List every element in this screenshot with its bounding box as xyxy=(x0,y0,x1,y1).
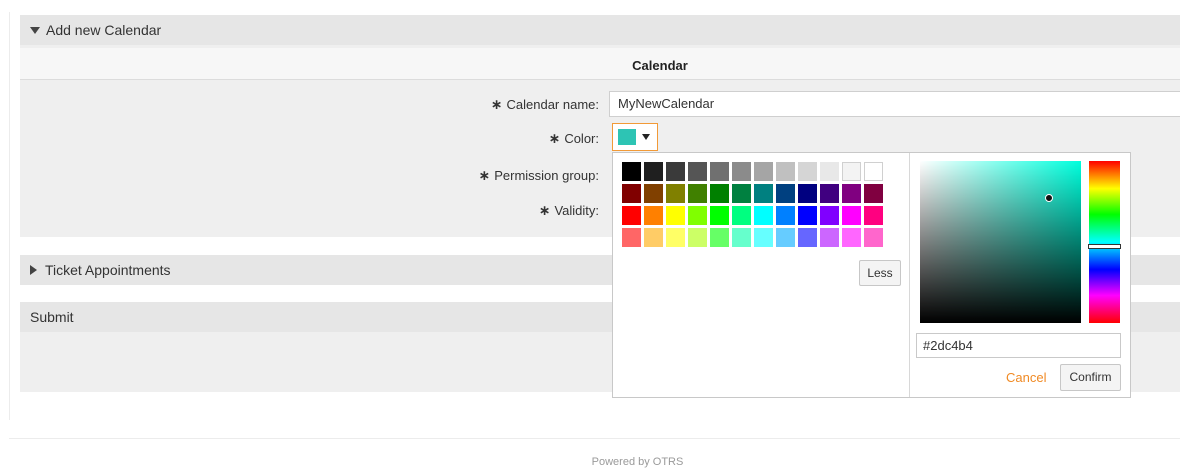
palette-swatch[interactable] xyxy=(820,228,839,247)
palette-swatch[interactable] xyxy=(754,184,773,203)
palette-swatch[interactable] xyxy=(710,184,729,203)
required-marker: ∗ xyxy=(538,202,551,218)
palette-swatch[interactable] xyxy=(798,206,817,225)
section-title: Calendar xyxy=(20,48,1180,80)
palette-swatch[interactable] xyxy=(688,162,707,181)
palette-swatch[interactable] xyxy=(644,184,663,203)
color-cursor-icon[interactable] xyxy=(1045,194,1053,202)
palette-swatch[interactable] xyxy=(622,228,641,247)
color-label: ∗ Color: xyxy=(548,130,599,146)
required-marker: ∗ xyxy=(548,130,561,146)
footer-divider xyxy=(9,438,1180,439)
palette-swatch[interactable] xyxy=(798,162,817,181)
required-marker: ∗ xyxy=(490,96,503,112)
palette-swatch[interactable] xyxy=(644,206,663,225)
palette-swatch[interactable] xyxy=(710,206,729,225)
palette-swatch[interactable] xyxy=(820,162,839,181)
hue-slider-handle[interactable] xyxy=(1088,244,1121,249)
color-picker-button[interactable] xyxy=(612,123,658,151)
color-picker-popup: Less #2dc4b4 Cancel Confirm xyxy=(612,152,1131,398)
palette-swatch[interactable] xyxy=(776,206,795,225)
palette-swatch[interactable] xyxy=(688,184,707,203)
left-border xyxy=(9,12,10,420)
palette-swatch[interactable] xyxy=(842,162,861,181)
palette-swatch[interactable] xyxy=(732,162,751,181)
palette-swatch[interactable] xyxy=(754,228,773,247)
add-calendar-title: Add new Calendar xyxy=(46,22,162,38)
palette-swatch[interactable] xyxy=(776,162,795,181)
current-color-swatch xyxy=(618,129,636,145)
palette-swatch[interactable] xyxy=(798,228,817,247)
palette-swatch[interactable] xyxy=(666,184,685,203)
palette-swatch[interactable] xyxy=(842,206,861,225)
palette-swatch[interactable] xyxy=(710,162,729,181)
palette-swatch[interactable] xyxy=(776,228,795,247)
palette-swatch[interactable] xyxy=(622,162,641,181)
hue-slider[interactable] xyxy=(1088,161,1121,323)
palette-swatch[interactable] xyxy=(864,162,883,181)
palette-swatch[interactable] xyxy=(666,228,685,247)
hex-color-input[interactable]: #2dc4b4 xyxy=(916,333,1121,358)
palette-swatch[interactable] xyxy=(644,162,663,181)
palette-swatch[interactable] xyxy=(754,162,773,181)
palette-swatch[interactable] xyxy=(710,228,729,247)
ticket-appointments-title: Ticket Appointments xyxy=(45,262,171,278)
palette-swatch[interactable] xyxy=(732,184,751,203)
palette-swatch[interactable] xyxy=(622,206,641,225)
palette-panel: Less xyxy=(613,153,910,397)
calendar-name-label: ∗ Calendar name: xyxy=(490,96,599,112)
required-marker: ∗ xyxy=(478,167,491,183)
confirm-button[interactable]: Confirm xyxy=(1060,364,1121,391)
palette-swatch[interactable] xyxy=(798,184,817,203)
palette-swatch[interactable] xyxy=(666,162,685,181)
swatch-grid xyxy=(622,162,883,247)
cancel-link[interactable]: Cancel xyxy=(1006,370,1046,385)
palette-swatch[interactable] xyxy=(842,228,861,247)
submit-title: Submit xyxy=(30,309,74,325)
collapse-icon xyxy=(30,26,40,34)
palette-swatch[interactable] xyxy=(864,184,883,203)
palette-swatch[interactable] xyxy=(864,228,883,247)
palette-swatch[interactable] xyxy=(864,206,883,225)
footer-powered-by: Powered by OTRS xyxy=(591,456,684,468)
less-button[interactable]: Less xyxy=(859,260,901,286)
palette-swatch[interactable] xyxy=(842,184,861,203)
saturation-value-area[interactable] xyxy=(920,161,1081,323)
palette-swatch[interactable] xyxy=(688,228,707,247)
add-calendar-header[interactable]: Add new Calendar xyxy=(20,15,1180,45)
validity-label: ∗ Validity: xyxy=(538,202,599,218)
palette-swatch[interactable] xyxy=(688,206,707,225)
palette-swatch[interactable] xyxy=(754,206,773,225)
palette-swatch[interactable] xyxy=(732,206,751,225)
palette-swatch[interactable] xyxy=(776,184,795,203)
palette-swatch[interactable] xyxy=(820,184,839,203)
palette-swatch[interactable] xyxy=(644,228,663,247)
permission-group-label: ∗ Permission group: xyxy=(478,167,599,183)
palette-swatch[interactable] xyxy=(622,184,641,203)
palette-swatch[interactable] xyxy=(666,206,685,225)
expand-icon xyxy=(30,265,37,276)
palette-swatch[interactable] xyxy=(732,228,751,247)
calendar-name-input[interactable]: MyNewCalendar xyxy=(609,91,1180,117)
palette-swatch[interactable] xyxy=(820,206,839,225)
dropdown-arrow-icon xyxy=(642,134,650,140)
